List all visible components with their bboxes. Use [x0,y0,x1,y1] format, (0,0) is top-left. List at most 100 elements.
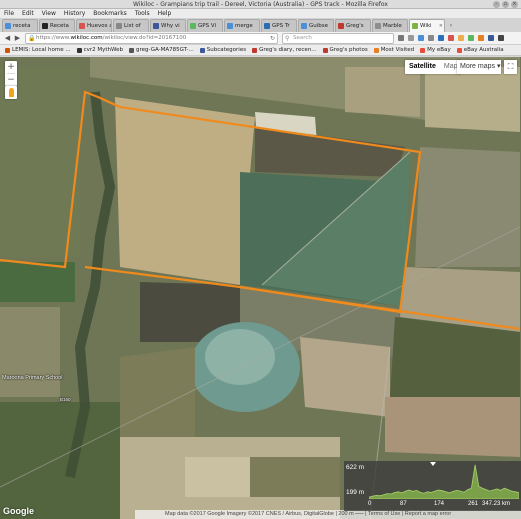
bookmark-label: Subcategories [206,46,247,53]
more-maps-dropdown[interactable]: More maps ▾ [457,60,501,74]
street-view-pegman[interactable] [5,86,17,99]
bookmark-item[interactable]: cvr2 MythWeb [76,45,124,55]
url-path: /wikiloc/view.do?id=20167100 [102,35,187,41]
minimize-button[interactable]: – [493,1,500,8]
tab-2[interactable]: Huevos a l [76,19,112,32]
bookmark-item[interactable]: Most Visited [373,45,414,55]
bookmark-item[interactable]: greg-GA-MA785GT-... [129,45,194,55]
search-placeholder: Search [293,35,312,41]
elevation-profile[interactable]: 622 m 199 m 0 87 174 261 347.23 km [344,461,521,511]
bookmark-item[interactable]: My eBay [420,45,451,55]
satellite-button[interactable]: Satellite [405,60,440,74]
extension-2-icon[interactable] [458,35,464,41]
tab-favicon-icon [412,23,418,29]
tab-label: Marble [383,23,402,29]
tab-3[interactable]: List of [113,19,149,32]
bookmark-favicon-icon [129,47,135,53]
bookmark-favicon-icon [252,47,258,53]
close-window-button[interactable]: × [511,1,518,8]
maximize-button[interactable]: ▫ [502,1,509,8]
tab-label: Huevos a l [87,23,111,29]
satellite-imagery [0,57,521,519]
menu-help[interactable]: Help [158,9,172,18]
menu-bookmarks[interactable]: Bookmarks [93,9,127,18]
home-icon[interactable] [428,35,434,41]
pegman-icon [8,88,14,97]
close-tab-icon[interactable]: × [439,23,443,29]
road-label-b160: B160 [60,397,71,402]
tab-11[interactable]: Wiki × [409,19,445,32]
tab-0[interactable]: receta [2,19,38,32]
bookmark-label: cvr2 MythWeb [83,46,124,53]
bookmark-item[interactable]: eBay Australia [456,45,504,55]
tab-5[interactable]: GPS Vi [187,19,223,32]
tab-favicon-icon [79,23,85,29]
menu-history[interactable]: History [64,9,85,18]
menu-edit[interactable]: Edit [22,9,34,18]
tab-4[interactable]: Why vi [150,19,186,32]
window-titlebar: Wikiloc - Grampians trip trail - Dereel,… [0,0,521,9]
menu-file[interactable]: File [4,9,14,18]
tab-strip: receta Receta Huevos a l List of Why vi GPS V… [0,18,521,32]
place-label-school: Maroona Primary School [2,375,63,381]
tab-label: GPS Tr [272,23,290,29]
bookmark-item[interactable]: Subcategories [199,45,247,55]
tab-label: Guibse [309,23,329,29]
fullscreen-button[interactable]: ⛶ [504,60,517,74]
tab-10[interactable]: Marble [372,19,408,32]
map-view[interactable]: + − Satellite Map More maps ▾ ⛶ Maroona … [0,57,521,519]
elevation-max-label: 622 m [346,464,365,471]
tab-favicon-icon [338,23,344,29]
tab-8[interactable]: Guibse [298,19,334,32]
bookmark-favicon-icon [373,47,379,53]
bookmark-item[interactable]: LEMIS: Local home ... [5,45,71,55]
bookmark-item[interactable]: Greg's diary, recen... [252,45,317,55]
menu-bar: File Edit View History Bookmarks Tools H… [0,9,521,18]
tab-1[interactable]: Receta [39,19,75,32]
forward-button[interactable]: ▶ [13,34,22,43]
reload-icon[interactable]: ↻ [270,34,275,43]
url-prefix: https://www. [36,35,71,41]
extension-icon[interactable] [438,35,444,41]
menu-tools[interactable]: Tools [135,9,150,18]
zoom-control: + − [5,61,17,86]
tab-6[interactable]: merge [224,19,260,32]
back-button[interactable]: ◀ [3,34,12,43]
extension-4-icon[interactable] [478,35,484,41]
bookmark-star-icon[interactable] [398,35,404,41]
toolbar-icons [398,35,504,41]
reading-list-icon[interactable] [408,35,414,41]
bookmark-label: My eBay [427,46,451,53]
tab-9[interactable]: Greg's [335,19,371,32]
tab-label: Wiki [420,23,432,29]
download-icon[interactable] [418,35,424,41]
zoom-in-button[interactable]: + [5,61,17,73]
elevation-tick-4: 347.23 km [482,501,511,507]
google-logo[interactable]: Google [3,506,34,516]
bookmark-label: Greg's diary, recen... [259,46,317,53]
tab-label: GPS Vi [198,23,216,29]
search-input[interactable]: ⚲ Search [282,33,394,44]
tab-7[interactable]: GPS Tr [261,19,297,32]
zoom-out-button[interactable]: − [5,74,17,86]
tab-label: Why vi [161,23,180,29]
tab-favicon-icon [375,23,381,29]
adblock-icon[interactable] [448,35,454,41]
bookmark-favicon-icon [5,47,10,53]
tab-favicon-icon [116,23,122,29]
menu-hamburger-icon[interactable] [498,35,504,41]
bookmark-label: greg-GA-MA785GT-... [136,46,194,53]
url-bar[interactable]: 🔒 https://www.wikiloc.com/wikiloc/view.d… [25,33,278,44]
elevation-tick-1: 87 [400,501,407,507]
menu-view[interactable]: View [42,9,56,18]
extension-5-icon[interactable] [488,35,494,41]
elevation-min-label: 199 m [346,489,365,496]
tab-overflow-icon[interactable]: › [446,19,456,32]
bookmark-favicon-icon [322,47,328,53]
tab-label: List of [124,23,141,29]
bookmark-item[interactable]: Greg's photos [322,45,368,55]
elevation-tick-3: 261 [468,501,479,507]
bookmarks-toolbar: LEMIS: Local home ... cvr2 MythWeb greg-GA… [0,45,521,56]
extension-3-icon[interactable] [468,35,474,41]
elevation-tick-2: 174 [434,501,445,507]
